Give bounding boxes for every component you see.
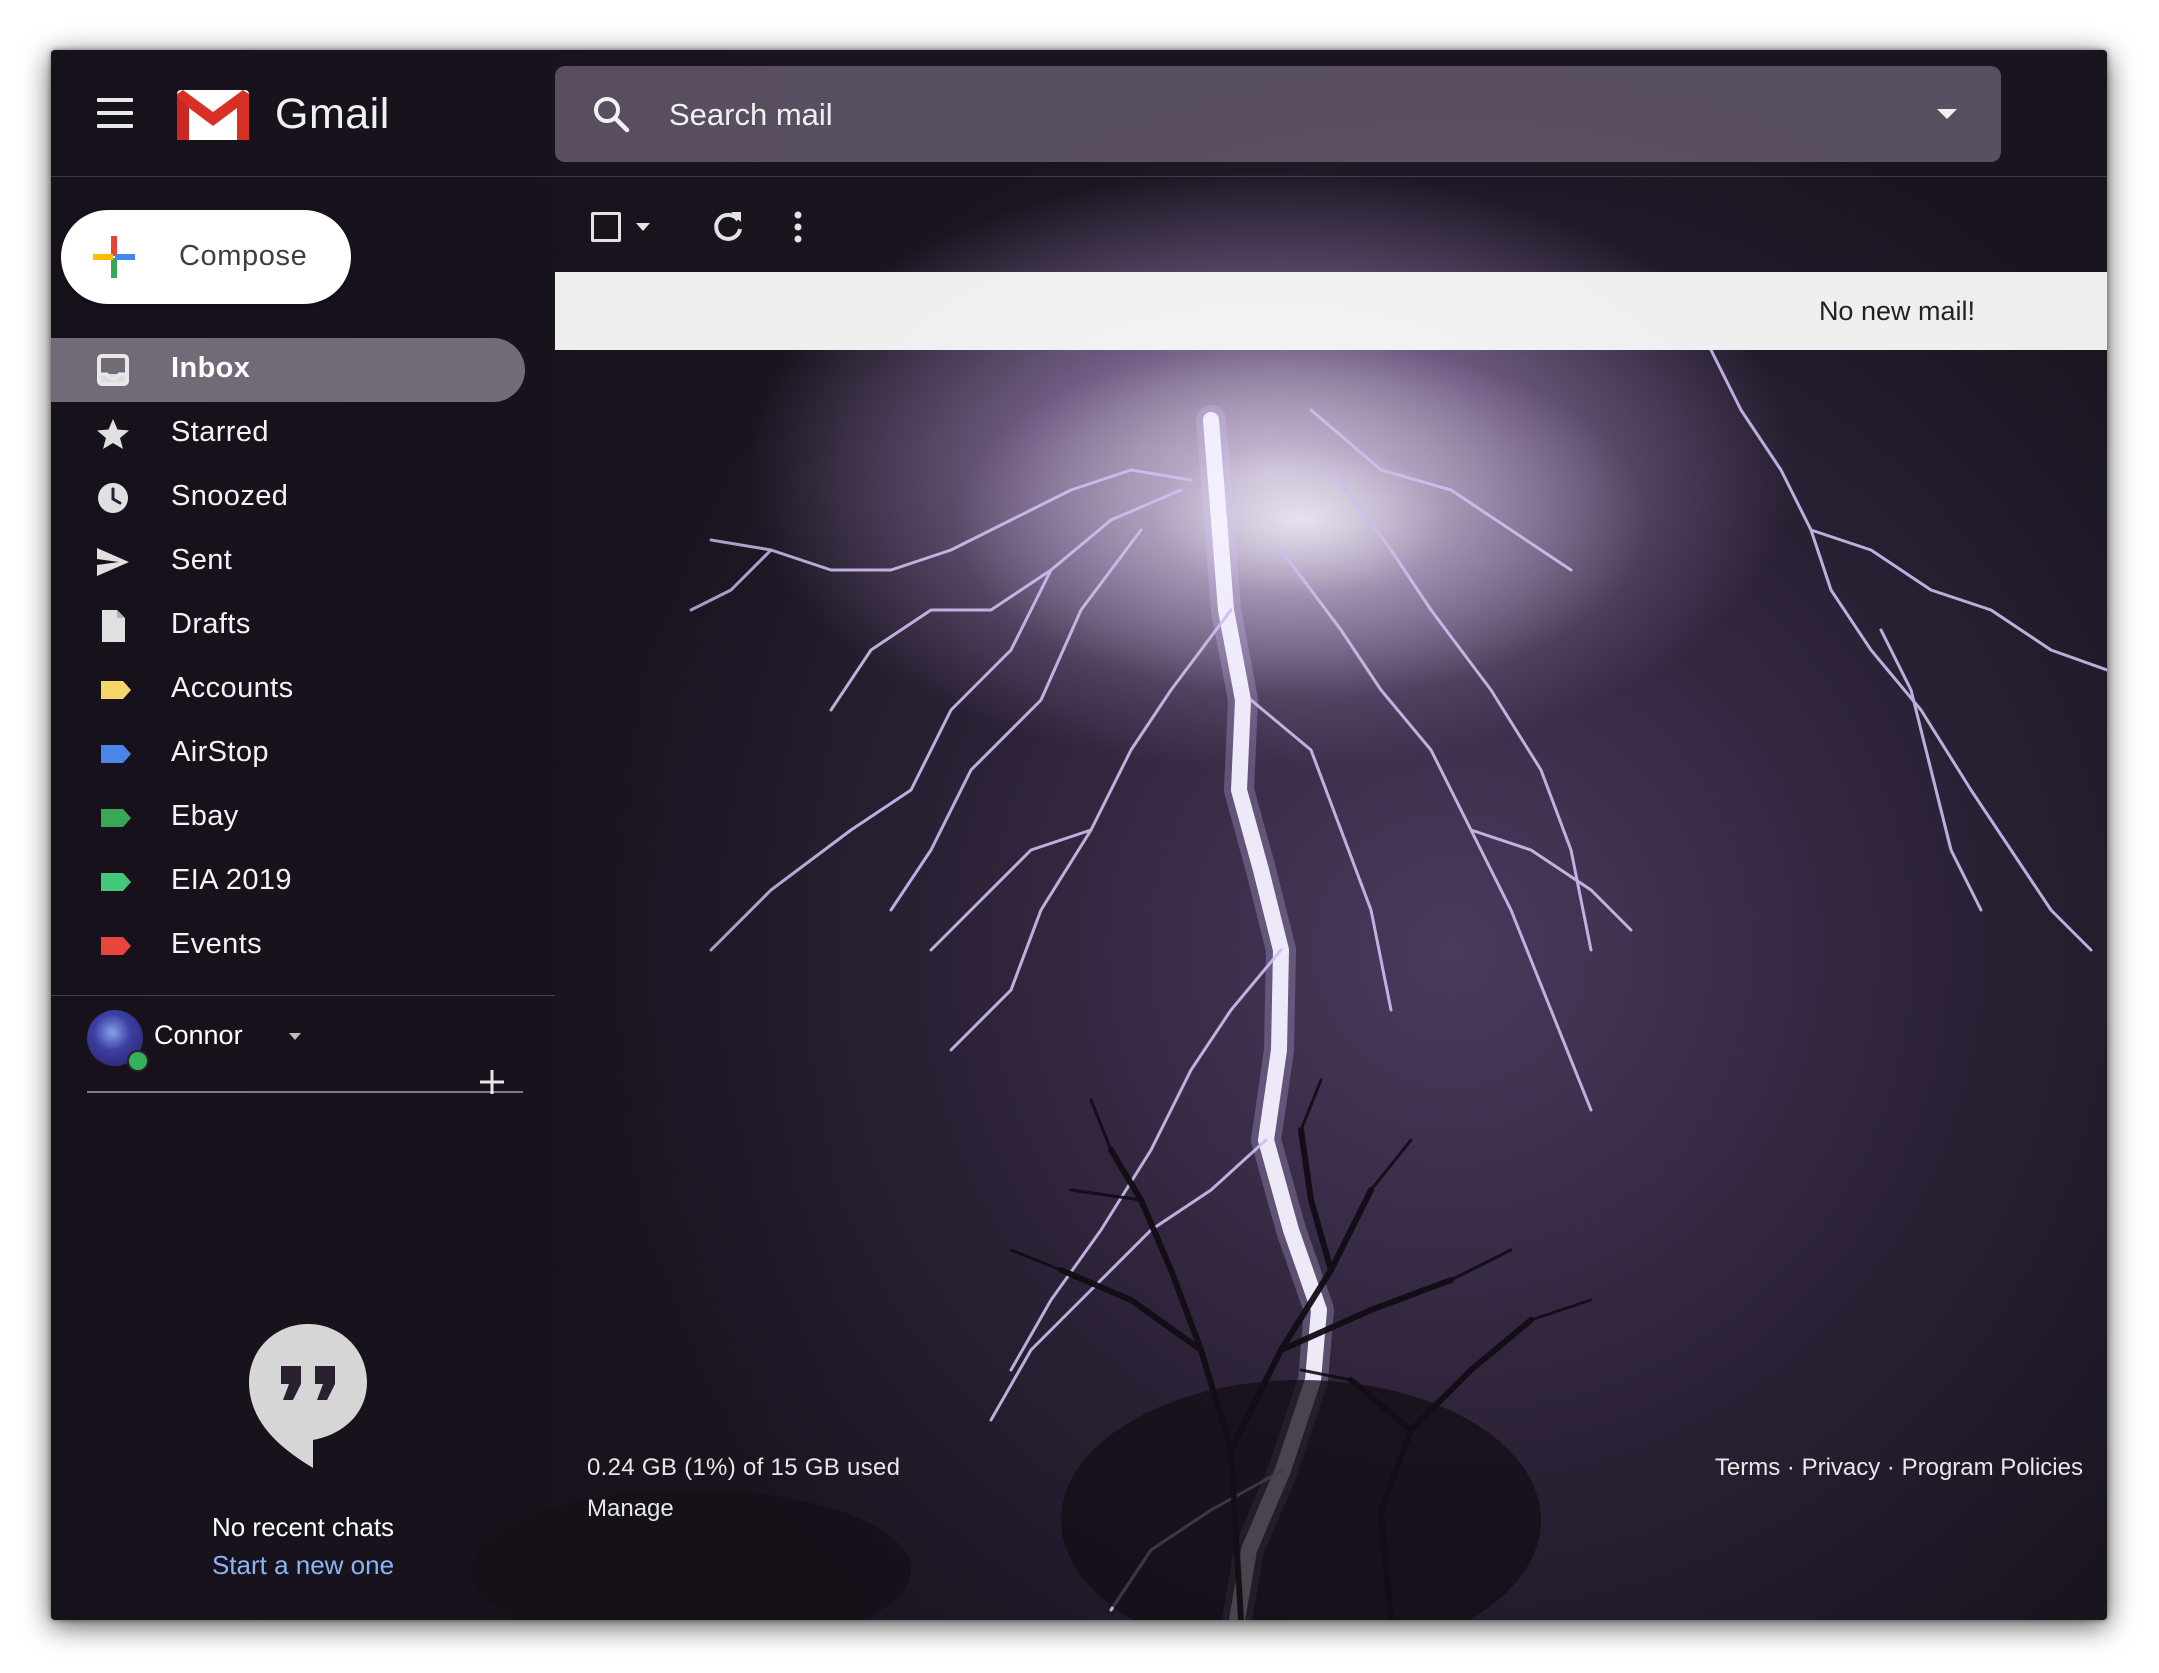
- manage-storage-link[interactable]: Manage: [587, 1495, 674, 1523]
- draft-icon: [102, 610, 125, 642]
- hangouts-user-name: Connor: [154, 1020, 243, 1050]
- star-icon: [97, 419, 129, 449]
- sidebar-divider: [51, 995, 555, 996]
- gmail-window: Gmail Compose: [51, 50, 2107, 1620]
- quote-bubble-icon: [249, 1324, 367, 1468]
- sidebar-item-inbox[interactable]: Inbox: [51, 338, 525, 402]
- label-icon: [101, 745, 131, 763]
- chevron-down-icon[interactable]: [635, 222, 651, 232]
- sidebar-nav: Inbox Starred Snoozed Sent Drafts Accoun…: [51, 338, 525, 978]
- privacy-link[interactable]: Privacy: [1802, 1454, 1881, 1481]
- inbox-icon: [97, 354, 129, 386]
- mail-list: No new mail!: [555, 272, 2107, 350]
- start-new-chat-link[interactable]: Start a new one: [51, 1550, 555, 1581]
- hangouts-user[interactable]: Connor: [87, 1010, 527, 1090]
- online-status-icon: [127, 1050, 149, 1072]
- sidebar-item-drafts[interactable]: Drafts: [51, 594, 525, 658]
- sidebar-item-label: Events: [171, 928, 263, 960]
- sidebar-item-accounts[interactable]: Accounts: [51, 658, 525, 722]
- plus-icon: [93, 236, 135, 278]
- sidebar-item-starred[interactable]: Starred: [51, 402, 525, 466]
- gmail-logo-icon[interactable]: [175, 86, 251, 142]
- hamburger-menu-icon[interactable]: [95, 94, 133, 132]
- terms-link[interactable]: Terms: [1715, 1454, 1780, 1481]
- compose-label: Compose: [179, 240, 308, 272]
- sidebar-item-snoozed[interactable]: Snoozed: [51, 466, 525, 530]
- sidebar-item-ebay[interactable]: Ebay: [51, 786, 525, 850]
- sidebar-item-label: Snoozed: [171, 480, 289, 512]
- sidebar-item-label: Accounts: [171, 672, 294, 704]
- search-icon[interactable]: [591, 94, 631, 134]
- label-icon: [101, 937, 131, 955]
- more-vert-icon[interactable]: [791, 208, 805, 246]
- sidebar-item-eia-2019[interactable]: EIA 2019: [51, 850, 525, 914]
- sidebar-item-label: EIA 2019: [171, 864, 292, 896]
- no-recent-chats-text: No recent chats: [211, 1512, 395, 1542]
- checkbox-icon[interactable]: [591, 212, 621, 242]
- label-icon: [101, 681, 131, 699]
- sidebar-item-airstop[interactable]: AirStop: [51, 722, 525, 786]
- program-policies-link[interactable]: Program Policies: [1902, 1454, 2083, 1481]
- sidebar-item-label: Starred: [171, 416, 269, 448]
- footer-separator: ·: [1780, 1454, 1802, 1481]
- footer-separator: ·: [1880, 1454, 1902, 1481]
- sidebar-item-sent[interactable]: Sent: [51, 530, 525, 594]
- clock-icon: [98, 483, 128, 513]
- hangouts-divider: [87, 1091, 523, 1093]
- sidebar-item-label: Inbox: [171, 352, 251, 384]
- label-icon: [101, 809, 131, 827]
- sidebar-item-label: Sent: [171, 544, 233, 576]
- send-icon: [97, 548, 129, 576]
- app-title: Gmail: [275, 90, 390, 138]
- footer-links: Terms · Privacy · Program Policies: [1715, 1454, 2083, 1482]
- compose-button[interactable]: Compose: [61, 210, 351, 304]
- storage-usage: 0.24 GB (1%) of 15 GB used: [587, 1454, 901, 1481]
- sidebar-item-label: AirStop: [171, 736, 269, 768]
- app-header: Gmail: [51, 50, 2107, 177]
- dropdown-caret-icon[interactable]: [1931, 98, 1963, 130]
- sidebar-item-label: Drafts: [171, 608, 251, 640]
- chevron-down-icon[interactable]: [287, 1030, 303, 1042]
- sidebar-item-events[interactable]: Events: [51, 914, 525, 978]
- no-new-mail-message: No new mail!: [1818, 296, 1975, 326]
- search-bar[interactable]: [555, 66, 2001, 162]
- search-input[interactable]: [667, 90, 1871, 140]
- sidebar-item-label: Ebay: [171, 800, 239, 832]
- label-icon: [101, 873, 131, 891]
- refresh-icon[interactable]: [709, 208, 747, 246]
